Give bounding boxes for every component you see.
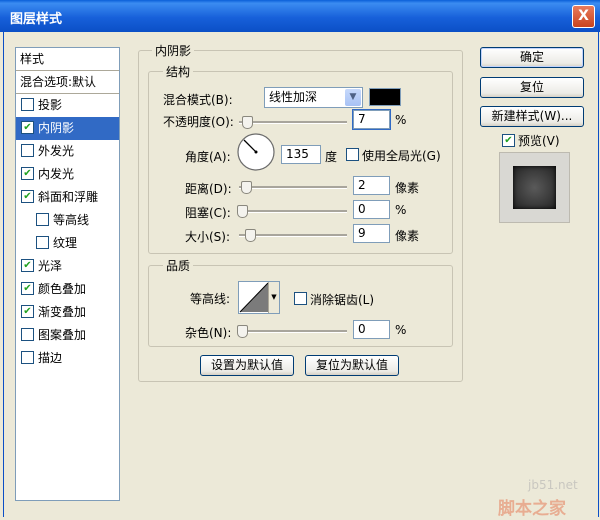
quality-title: 品质 [163, 257, 194, 274]
style-item-label: 图案叠加 [38, 328, 87, 342]
opacity-slider-thumb[interactable] [242, 116, 253, 129]
size-slider-thumb[interactable] [245, 229, 256, 242]
reset-default-button[interactable]: 复位为默认值 [305, 355, 399, 376]
style-item[interactable]: 投影 [16, 94, 119, 117]
style-item-label: 描边 [38, 351, 63, 365]
ok-button[interactable]: 确定 [480, 47, 584, 68]
styles-list: 样式 混合选项:默认 投影 ✔ 内阴影外发光 ✔ 内发光 ✔ 斜面和浮雕等高线纹理 ✔ 光泽 ✔ 颜… [15, 47, 120, 501]
style-item-label: 内发光 [38, 167, 75, 181]
style-item-checkbox[interactable] [21, 98, 34, 111]
style-preview [499, 152, 570, 223]
style-item[interactable]: ✔ 内发光 [16, 163, 119, 186]
window-title: 图层样式 [10, 12, 63, 27]
style-item-checkbox[interactable] [36, 236, 49, 249]
style-item[interactable]: 图案叠加 [16, 324, 119, 347]
opacity-unit: % [395, 113, 407, 127]
style-item-checkbox[interactable]: ✔ [21, 121, 34, 134]
style-item-label: 光泽 [38, 259, 63, 273]
distance-label: 距离(D): [185, 182, 232, 196]
preview-swatch [513, 166, 556, 209]
distance-input[interactable]: 2 [353, 176, 390, 195]
style-item[interactable]: ✔ 颜色叠加 [16, 278, 119, 301]
choke-label: 阻塞(C): [185, 206, 231, 220]
new-style-button[interactable]: 新建样式(W)... [480, 106, 584, 127]
style-item-label: 等高线 [53, 213, 90, 227]
style-item-checkbox[interactable]: ✔ [21, 259, 34, 272]
style-item-label: 纹理 [53, 236, 78, 250]
style-item-checkbox[interactable] [36, 213, 49, 226]
angle-dial[interactable] [236, 132, 276, 172]
contour-dropdown-icon: ▼ [268, 282, 279, 313]
style-item-checkbox[interactable]: ✔ [21, 190, 34, 203]
styles-header[interactable]: 样式 [16, 48, 119, 71]
watermark-site: jb51.net [528, 478, 578, 492]
choke-input[interactable]: 0 [353, 200, 390, 219]
style-item[interactable]: 外发光 [16, 140, 119, 163]
size-input[interactable]: 9 [353, 224, 390, 243]
choke-unit: % [395, 203, 407, 217]
global-light-label: 使用全局光(G) [362, 149, 441, 163]
style-item-label: 投影 [38, 98, 63, 112]
set-default-button[interactable]: 设置为默认值 [200, 355, 294, 376]
preview-label: 预览(V) [518, 134, 560, 148]
style-item-label: 内阴影 [38, 121, 75, 135]
style-item[interactable]: 纹理 [16, 232, 119, 255]
size-unit: 像素 [395, 229, 420, 243]
noise-slider-thumb[interactable] [237, 325, 248, 338]
size-label: 大小(S): [185, 230, 231, 244]
blend-options-item[interactable]: 混合选项:默认 [16, 71, 119, 94]
style-item-label: 颜色叠加 [38, 282, 87, 296]
anti-alias-checkbox[interactable] [294, 292, 307, 305]
style-item[interactable]: ✔ 光泽 [16, 255, 119, 278]
choke-slider-thumb[interactable] [237, 205, 248, 218]
contour-curve-icon [239, 282, 269, 313]
angle-label: 角度(A): [185, 150, 231, 164]
style-item-checkbox[interactable] [21, 351, 34, 364]
distance-unit: 像素 [395, 181, 420, 195]
opacity-input[interactable]: 7 [352, 109, 391, 130]
style-item[interactable]: ✔ 斜面和浮雕 [16, 186, 119, 209]
chevron-down-icon: ▼ [345, 89, 361, 106]
contour-picker[interactable]: ▼ [238, 281, 280, 314]
style-item-checkbox[interactable]: ✔ [21, 167, 34, 180]
style-item-label: 外发光 [38, 144, 75, 158]
style-item-label: 斜面和浮雕 [38, 190, 99, 204]
style-item-checkbox[interactable] [21, 328, 34, 341]
contour-label: 等高线: [190, 292, 231, 306]
noise-unit: % [395, 323, 407, 337]
watermark-name: 脚本之家 [498, 499, 566, 519]
distance-slider-thumb[interactable] [241, 181, 252, 194]
style-item-checkbox[interactable] [21, 144, 34, 157]
style-item-checkbox[interactable]: ✔ [21, 305, 34, 318]
structure-title: 结构 [163, 63, 194, 80]
blend-mode-label: 混合模式(B): [163, 93, 233, 107]
global-light-checkbox[interactable] [346, 148, 359, 161]
angle-unit: 度 [325, 150, 338, 164]
noise-label: 杂色(N): [185, 326, 232, 340]
blend-mode-select[interactable]: 线性加深 ▼ [264, 87, 363, 108]
shadow-color-swatch[interactable] [369, 88, 401, 106]
inner-shadow-title: 内阴影 [152, 42, 195, 59]
title-bar: 图层样式 X [0, 0, 600, 32]
style-item[interactable]: 等高线 [16, 209, 119, 232]
blend-mode-value: 线性加深 [269, 90, 318, 104]
style-items: 投影 ✔ 内阴影外发光 ✔ 内发光 ✔ 斜面和浮雕等高线纹理 ✔ 光泽 ✔ 颜色叠加 ✔ 渐变叠加图案叠… [16, 94, 119, 370]
style-item[interactable]: ✔ 内阴影 [16, 117, 119, 140]
choke-slider-track[interactable] [239, 210, 347, 213]
style-item-label: 渐变叠加 [38, 305, 87, 319]
close-button[interactable]: X [572, 5, 595, 28]
anti-alias-label: 消除锯齿(L) [310, 293, 375, 307]
opacity-slider-track[interactable] [239, 121, 347, 124]
noise-input[interactable]: 0 [353, 320, 390, 339]
reset-button[interactable]: 复位 [480, 77, 584, 98]
angle-input[interactable]: 135 [281, 145, 321, 164]
opacity-label: 不透明度(O): [163, 115, 234, 129]
style-item[interactable]: 描边 [16, 347, 119, 370]
distance-slider-track[interactable] [239, 186, 347, 189]
style-item[interactable]: ✔ 渐变叠加 [16, 301, 119, 324]
style-item-checkbox[interactable]: ✔ [21, 282, 34, 295]
preview-checkbox[interactable]: ✔ [502, 134, 515, 147]
noise-slider-track[interactable] [239, 330, 347, 333]
